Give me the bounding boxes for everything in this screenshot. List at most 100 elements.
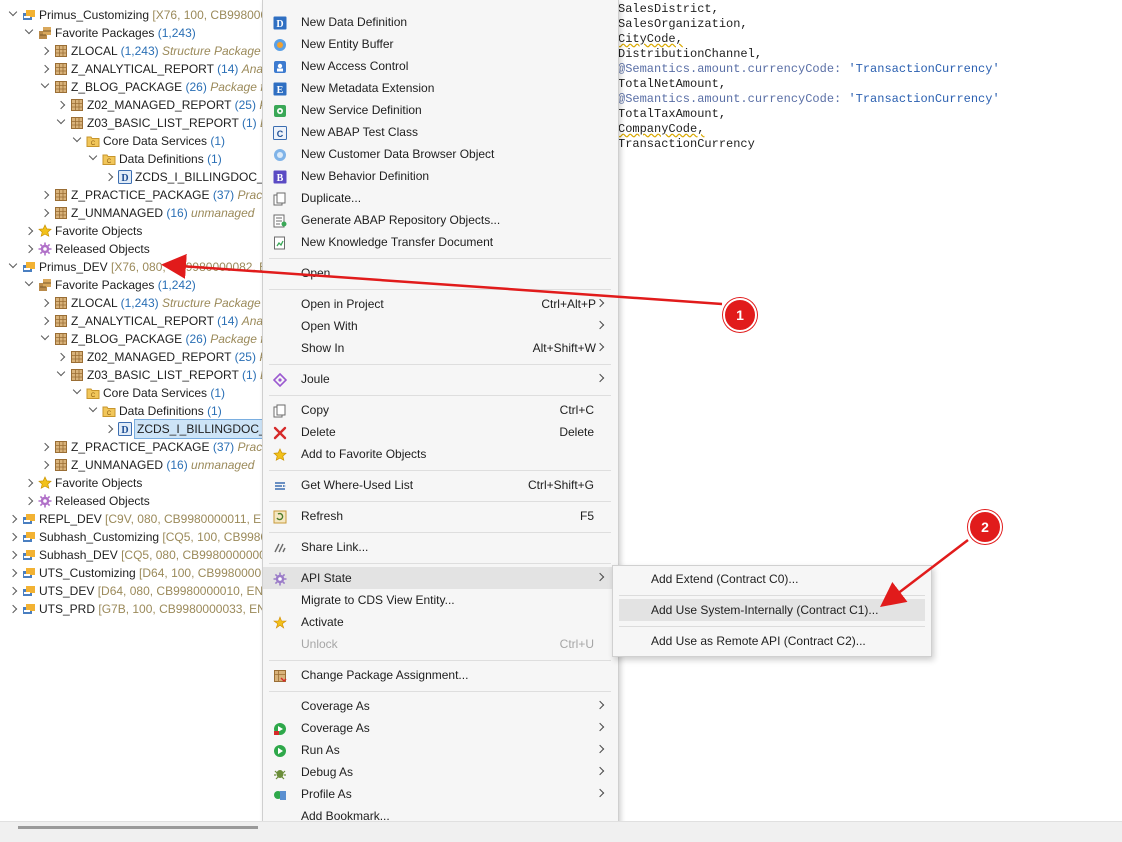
tree-row[interactable]: Subhash_Customizing [CQ5, 100, CB99800 <box>0 528 262 546</box>
chevron-right-icon[interactable] <box>24 244 34 254</box>
tree-row[interactable]: Favorite Objects <box>0 474 262 492</box>
code-editor[interactable]: SalesDistrict, SalesOrganization, CityCode… <box>618 0 1122 841</box>
chevron-right-icon[interactable] <box>40 298 50 308</box>
chevron-right-icon[interactable] <box>24 226 34 236</box>
menu-item-new-metadata-extension[interactable]: E New Metadata Extension <box>263 77 618 99</box>
submenu-item-contract-c2[interactable]: Add Use as Remote API (Contract C2)... <box>619 630 925 652</box>
menu-item-refresh[interactable]: Refresh F5 <box>263 505 618 527</box>
menu-item-new-service-definition[interactable]: New Service Definition <box>263 99 618 121</box>
tree-row[interactable]: Subhash_DEV [CQ5, 080, CB9980000000, E <box>0 546 262 564</box>
tree-row[interactable]: Z_PRACTICE_PACKAGE (37) Practic <box>0 186 262 204</box>
tree-row[interactable]: Z02_MANAGED_REPORT (25) Pa <box>0 96 262 114</box>
chevron-right-icon[interactable] <box>8 514 18 524</box>
menu-item-open-with[interactable]: Open With <box>263 315 618 337</box>
tree-row[interactable]: Favorite Packages (1,243) <box>0 24 262 42</box>
tree-row[interactable]: Z_PRACTICE_PACKAGE (37) Practic <box>0 438 262 456</box>
tree-row[interactable]: C Core Data Services (1) <box>0 384 262 402</box>
tree-row[interactable]: Z_BLOG_PACKAGE (26) Package fo <box>0 330 262 348</box>
tree-row[interactable]: UTS_DEV [D64, 080, CB9980000010, EN] <box>0 582 262 600</box>
chevron-right-icon[interactable] <box>8 604 18 614</box>
chevron-right-icon[interactable] <box>40 46 50 56</box>
menu-item-profile-as[interactable]: Profile As <box>263 783 618 805</box>
menu-item-coverage-as[interactable]: Coverage As <box>263 695 618 717</box>
tree-row[interactable]: C Data Definitions (1) <box>0 150 262 168</box>
chevron-down-icon[interactable] <box>88 403 98 413</box>
tree-row[interactable]: Released Objects <box>0 492 262 510</box>
chevron-right-icon[interactable] <box>8 532 18 542</box>
chevron-down-icon[interactable] <box>8 259 18 269</box>
menu-item-new-entity-buffer[interactable]: New Entity Buffer <box>263 33 618 55</box>
chevron-right-icon[interactable] <box>40 190 50 200</box>
tree-row[interactable]: REPL_DEV [C9V, 080, CB9980000011, EN] <box>0 510 262 528</box>
chevron-right-icon[interactable] <box>8 550 18 560</box>
chevron-right-icon[interactable] <box>40 442 50 452</box>
menu-item-new-access-control[interactable]: New Access Control <box>263 55 618 77</box>
tree-row[interactable]: UTS_PRD [G7B, 100, CB9980000033, EN] <box>0 600 262 618</box>
tree-row[interactable]: Z_UNMANAGED (16) unmanaged <box>0 204 262 222</box>
menu-item-new-abap-test-class[interactable]: C New ABAP Test Class <box>263 121 618 143</box>
menu-item-joule[interactable]: Joule <box>263 368 618 390</box>
menu-item-new-data-definition[interactable]: D New Data Definition <box>263 11 618 33</box>
chevron-down-icon[interactable] <box>24 25 34 35</box>
tree-row[interactable]: UTS_Customizing [D64, 100, CB998000016 <box>0 564 262 582</box>
tree-row[interactable]: D ZCDS_I_BILLINGDOC_BA <box>0 168 262 186</box>
scrollbar-thumb[interactable] <box>18 826 258 829</box>
menu-item-run-as[interactable]: Run As <box>263 739 618 761</box>
menu-item-get-where-used-list[interactable]: Get Where-Used List Ctrl+Shift+G <box>263 474 618 496</box>
submenu-item-contract-c1[interactable]: Add Use System-Internally (Contract C1).… <box>619 599 925 621</box>
menu-item-open-in-project[interactable]: Open in Project Ctrl+Alt+P <box>263 293 618 315</box>
menu-item-delete[interactable]: Delete Delete <box>263 421 618 443</box>
tree-row[interactable]: Z_ANALYTICAL_REPORT (14) Analy <box>0 312 262 330</box>
menu-item-show-in[interactable]: Show In Alt+Shift+W <box>263 337 618 359</box>
chevron-right-icon[interactable] <box>104 424 114 434</box>
tree-row[interactable]: Z03_BASIC_LIST_REPORT (1) Ba <box>0 114 262 132</box>
menu-item-share-link[interactable]: Share Link... <box>263 536 618 558</box>
chevron-right-icon[interactable] <box>40 316 50 326</box>
menu-item-change-package-assignment[interactable]: Change Package Assignment... <box>263 664 618 686</box>
chevron-down-icon[interactable] <box>56 367 66 377</box>
menu-item-coverage-as[interactable]: Coverage As <box>263 717 618 739</box>
chevron-right-icon[interactable] <box>8 586 18 596</box>
chevron-down-icon[interactable] <box>40 331 50 341</box>
tree-row[interactable]: D ZCDS_I_BILLINGDOC_BA <box>0 419 262 439</box>
chevron-right-icon[interactable] <box>40 460 50 470</box>
tree-row[interactable]: ZLOCAL (1,243) Structure Package <box>0 294 262 312</box>
tree-row[interactable]: Primus_Customizing [X76, 100, CB998000 <box>0 6 262 24</box>
tree-row[interactable]: C Data Definitions (1) <box>0 402 262 420</box>
chevron-down-icon[interactable] <box>24 277 34 287</box>
chevron-right-icon[interactable] <box>24 496 34 506</box>
menu-item-activate[interactable]: Activate <box>263 611 618 633</box>
menu-item-migrate-to-cds-view-entity[interactable]: Migrate to CDS View Entity... <box>263 589 618 611</box>
chevron-down-icon[interactable] <box>56 115 66 125</box>
menu-item-new-customer-data-browser-object[interactable]: New Customer Data Browser Object <box>263 143 618 165</box>
menu-item-add-to-favorite-objects[interactable]: Add to Favorite Objects <box>263 443 618 465</box>
chevron-right-icon[interactable] <box>40 64 50 74</box>
tree-row[interactable]: Primus_DEV [X76, 080, CB9980000082, EN] <box>0 258 262 276</box>
menu-item-open[interactable]: Open <box>263 262 618 284</box>
tree-row[interactable]: Released Objects <box>0 240 262 258</box>
chevron-right-icon[interactable] <box>56 352 66 362</box>
chevron-right-icon[interactable] <box>24 478 34 488</box>
menu-item-copy[interactable]: Copy Ctrl+C <box>263 399 618 421</box>
chevron-down-icon[interactable] <box>40 79 50 89</box>
submenu-item-contract-c0[interactable]: Add Extend (Contract C0)... <box>619 568 925 590</box>
horizontal-scrollbar[interactable] <box>0 821 1122 842</box>
chevron-down-icon[interactable] <box>72 133 82 143</box>
tree-row[interactable]: Z_BLOG_PACKAGE (26) Package fo <box>0 78 262 96</box>
tree-row[interactable]: Favorite Packages (1,242) <box>0 276 262 294</box>
tree-row[interactable]: ZLOCAL (1,243) Structure Package <box>0 42 262 60</box>
tree-row[interactable]: C Core Data Services (1) <box>0 132 262 150</box>
chevron-right-icon[interactable] <box>56 100 66 110</box>
chevron-right-icon[interactable] <box>8 568 18 578</box>
menu-item-generate-abap-repository-objects[interactable]: Generate ABAP Repository Objects... <box>263 209 618 231</box>
tree-row[interactable]: Z02_MANAGED_REPORT (25) Pa <box>0 348 262 366</box>
menu-item-duplicate[interactable]: Duplicate... <box>263 187 618 209</box>
tree-row[interactable]: Favorite Objects <box>0 222 262 240</box>
tree-row[interactable]: Z_ANALYTICAL_REPORT (14) Analy <box>0 60 262 78</box>
chevron-down-icon[interactable] <box>88 151 98 161</box>
chevron-down-icon[interactable] <box>72 385 82 395</box>
chevron-right-icon[interactable] <box>104 172 114 182</box>
menu-item-new-behavior-definition[interactable]: B New Behavior Definition <box>263 165 618 187</box>
tree-row[interactable]: Z03_BASIC_LIST_REPORT (1) Ba <box>0 366 262 384</box>
chevron-down-icon[interactable] <box>8 7 18 17</box>
